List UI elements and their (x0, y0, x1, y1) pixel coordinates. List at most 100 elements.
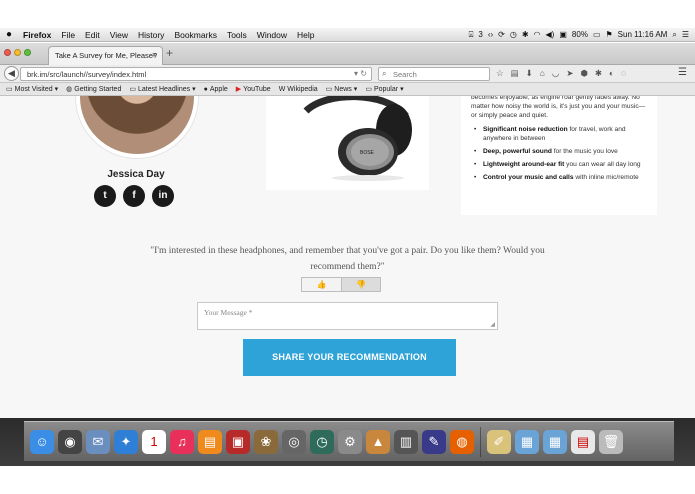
bookmark-wikipedia[interactable]: W Wikipedia (279, 86, 318, 93)
camera-icon[interactable]: ◎ (282, 429, 306, 454)
safari-icon[interactable]: ✦ (114, 429, 138, 454)
linkedin-icon[interactable]: in (152, 185, 174, 207)
calendar-icon[interactable]: 1 (142, 429, 166, 454)
menu-file[interactable]: File (56, 30, 80, 40)
chat-icon[interactable]: ◌ (621, 68, 626, 79)
menu-bookmarks[interactable]: Bookmarks (169, 30, 222, 40)
mac-menu-bar: ● Firefox File Edit View History Bookmar… (0, 28, 695, 42)
keynote-icon[interactable]: ▲ (366, 429, 390, 454)
firefox-icon[interactable]: ◍ (450, 429, 474, 454)
app-menu[interactable]: Firefox (18, 30, 56, 40)
feature-title: Significant noise reduction (483, 126, 568, 133)
home-icon[interactable]: ⌂ (540, 68, 545, 79)
volume-icon[interactable]: ◀) (546, 30, 555, 39)
feature-text: you can wear all day long (564, 161, 641, 168)
dock-separator (480, 426, 481, 457)
thumbs-up-icon: 👍 (316, 280, 327, 289)
documents-folder-icon[interactable]: ▦ (543, 429, 567, 454)
tab-title: Take A Survey for Me, Please? (55, 51, 158, 60)
bookmark-most-visited[interactable]: ▭ Most Visited ▾ (6, 85, 58, 94)
bookmark-apple[interactable]: ● Apple (204, 86, 228, 93)
search-input[interactable]: ⌕ Search (378, 67, 490, 81)
screen: ● Firefox File Edit View History Bookmar… (0, 0, 695, 494)
tab-active[interactable]: Take A Survey for Me, Please? × (48, 46, 163, 65)
bookmark-news[interactable]: ▭ News ▾ (326, 85, 358, 94)
downloads-stack-icon[interactable]: ▤ (571, 429, 595, 454)
adobe-count: 3 (478, 30, 483, 39)
photo-booth-icon[interactable]: ▣ (226, 429, 250, 454)
code-icon[interactable]: ‹› (488, 30, 493, 39)
bookmark-star-icon[interactable]: ☆ (496, 68, 504, 79)
dashboard-icon[interactable]: ◉ (58, 429, 82, 454)
pocket-icon[interactable]: ◡ (552, 68, 559, 79)
minimize-window-button[interactable] (14, 49, 21, 56)
flag-icon[interactable]: ⚑ (606, 30, 613, 39)
time-machine-icon[interactable]: ◷ (310, 429, 334, 454)
translate-icon[interactable]: ◐ (609, 68, 614, 79)
trash-icon[interactable]: 🗑 (599, 429, 623, 454)
ibooks-icon[interactable]: ▤ (198, 429, 222, 454)
bluetooth-icon[interactable]: ✱ (522, 30, 529, 39)
bookmark-latest-headlines[interactable]: ▭ Latest Headlines ▾ (129, 85, 195, 94)
applications-folder-icon[interactable]: ▦ (515, 429, 539, 454)
iphoto-icon[interactable]: ❀ (254, 429, 278, 454)
feature-item: Significant noise reduction for travel, … (471, 125, 647, 143)
thumbs-down-icon: 👎 (356, 280, 366, 289)
mail-icon[interactable]: ✉ (86, 429, 110, 454)
itunes-icon[interactable]: ♫ (170, 429, 194, 454)
vote-toggle: 👍 👎 (301, 277, 381, 292)
battery-percent[interactable]: 80% (572, 30, 588, 39)
menu-tools[interactable]: Tools (222, 30, 252, 40)
hamburger-menu-icon[interactable]: ☰ (678, 67, 687, 78)
reading-list-icon[interactable]: ▤ (511, 68, 519, 79)
finder-icon[interactable]: ☺ (30, 429, 54, 454)
twitter-icon[interactable]: t (94, 185, 116, 207)
close-tab-icon[interactable]: × (152, 50, 157, 60)
url-bar[interactable]: brk.im/src/launch//survey/index.html ▾ ↻ (20, 67, 372, 81)
bookmark-youtube[interactable]: ▶ YouTube (235, 85, 271, 94)
clock-history-icon[interactable]: ◷ (510, 30, 517, 39)
thumbs-up-button[interactable]: 👍 (302, 278, 341, 291)
apple-menu-icon[interactable]: ● (0, 29, 18, 40)
menu-history[interactable]: History (133, 30, 169, 40)
adobe-icon[interactable]: ⍓ (469, 30, 474, 40)
bookmark-popular[interactable]: ▭ Popular ▾ (365, 85, 403, 94)
display-icon[interactable]: ▣ (559, 30, 567, 39)
adblock-icon[interactable]: ⬢ (580, 68, 587, 79)
menu-edit[interactable]: Edit (80, 30, 105, 40)
script-editor-icon[interactable]: ✐ (487, 429, 511, 454)
share-recommendation-button[interactable]: SHARE YOUR RECOMMENDATION (243, 339, 456, 376)
zoom-window-button[interactable] (24, 49, 31, 56)
folder-icon: ▭ (6, 86, 13, 93)
menu-window[interactable]: Window (252, 30, 292, 40)
thumbs-down-button[interactable]: 👎 (340, 278, 380, 291)
downloads-icon[interactable]: ⬇ (526, 68, 533, 79)
feature-title: Lightweight around-ear fit (483, 161, 565, 168)
bookmark-getting-started[interactable]: ◍ Getting Started (66, 85, 121, 94)
send-icon[interactable]: ➤ (566, 68, 573, 79)
feature-item: Deep, powerful sound for the music you l… (471, 147, 647, 156)
reload-icon[interactable]: ▾ ↻ (354, 69, 367, 78)
new-tab-icon[interactable]: + (166, 46, 173, 60)
extension-icon[interactable]: ✱ (595, 68, 602, 79)
system-preferences-icon[interactable]: ⚙ (338, 429, 362, 454)
wifi-icon[interactable]: ◠ (534, 30, 541, 39)
close-window-button[interactable] (4, 49, 11, 56)
menu-help[interactable]: Help (292, 30, 319, 40)
preview-icon[interactable]: ▥ (394, 429, 418, 454)
features-list: Significant noise reduction for travel, … (471, 125, 647, 182)
quill-icon[interactable]: ✎ (422, 429, 446, 454)
message-field[interactable]: Your Message * ◢ (197, 302, 498, 330)
clock[interactable]: Sun 11:16 AM (618, 30, 668, 39)
notification-center-icon[interactable]: ☰ (682, 30, 689, 39)
feature-item: Lightweight around-ear fit you can wear … (471, 160, 647, 169)
menu-view[interactable]: View (105, 30, 133, 40)
sync-icon[interactable]: ⟳ (498, 30, 505, 39)
resize-handle-icon[interactable]: ◢ (490, 321, 495, 328)
youtube-icon: ▶ (235, 86, 242, 93)
search-icon: ⌕ (382, 69, 387, 78)
back-button[interactable]: ◀ (4, 66, 19, 81)
window-controls (4, 49, 31, 56)
facebook-icon[interactable]: f (123, 185, 145, 207)
spotlight-icon[interactable]: ⌕ (672, 30, 676, 40)
